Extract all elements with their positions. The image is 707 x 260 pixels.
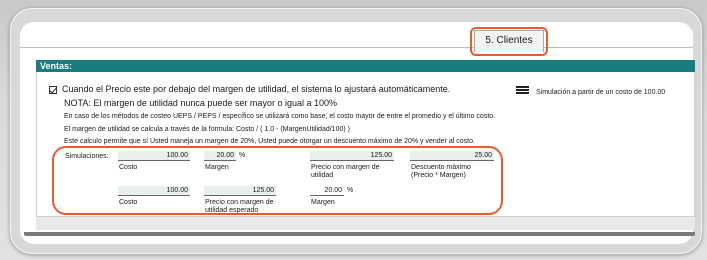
auto-adjust-label: Cuando el Precio este por debajo del mar… xyxy=(62,84,451,94)
margin-note: NOTA: El margen de utilidad nunca puede … xyxy=(64,98,337,108)
section-header: Ventas: xyxy=(36,60,695,72)
simulations-highlight-annotation xyxy=(52,146,503,215)
info-discount: Este calculo permite que sí Usted maneja… xyxy=(64,138,475,145)
auto-adjust-checkbox[interactable] xyxy=(49,86,57,94)
info-costing-methods: En caso de los métodos de costeo UEPS / … xyxy=(64,113,496,120)
simulation-label: Simulación a partir de un costo de 100.0… xyxy=(536,89,666,96)
panel-bottom-strip xyxy=(36,216,695,230)
info-margin-formula: El margen de utilidad se calcula a travé… xyxy=(64,126,350,133)
list-icon[interactable] xyxy=(516,86,529,96)
tab-highlight-annotation xyxy=(470,27,548,56)
tab-bar xyxy=(20,22,693,48)
page-bottom-border xyxy=(24,232,695,236)
